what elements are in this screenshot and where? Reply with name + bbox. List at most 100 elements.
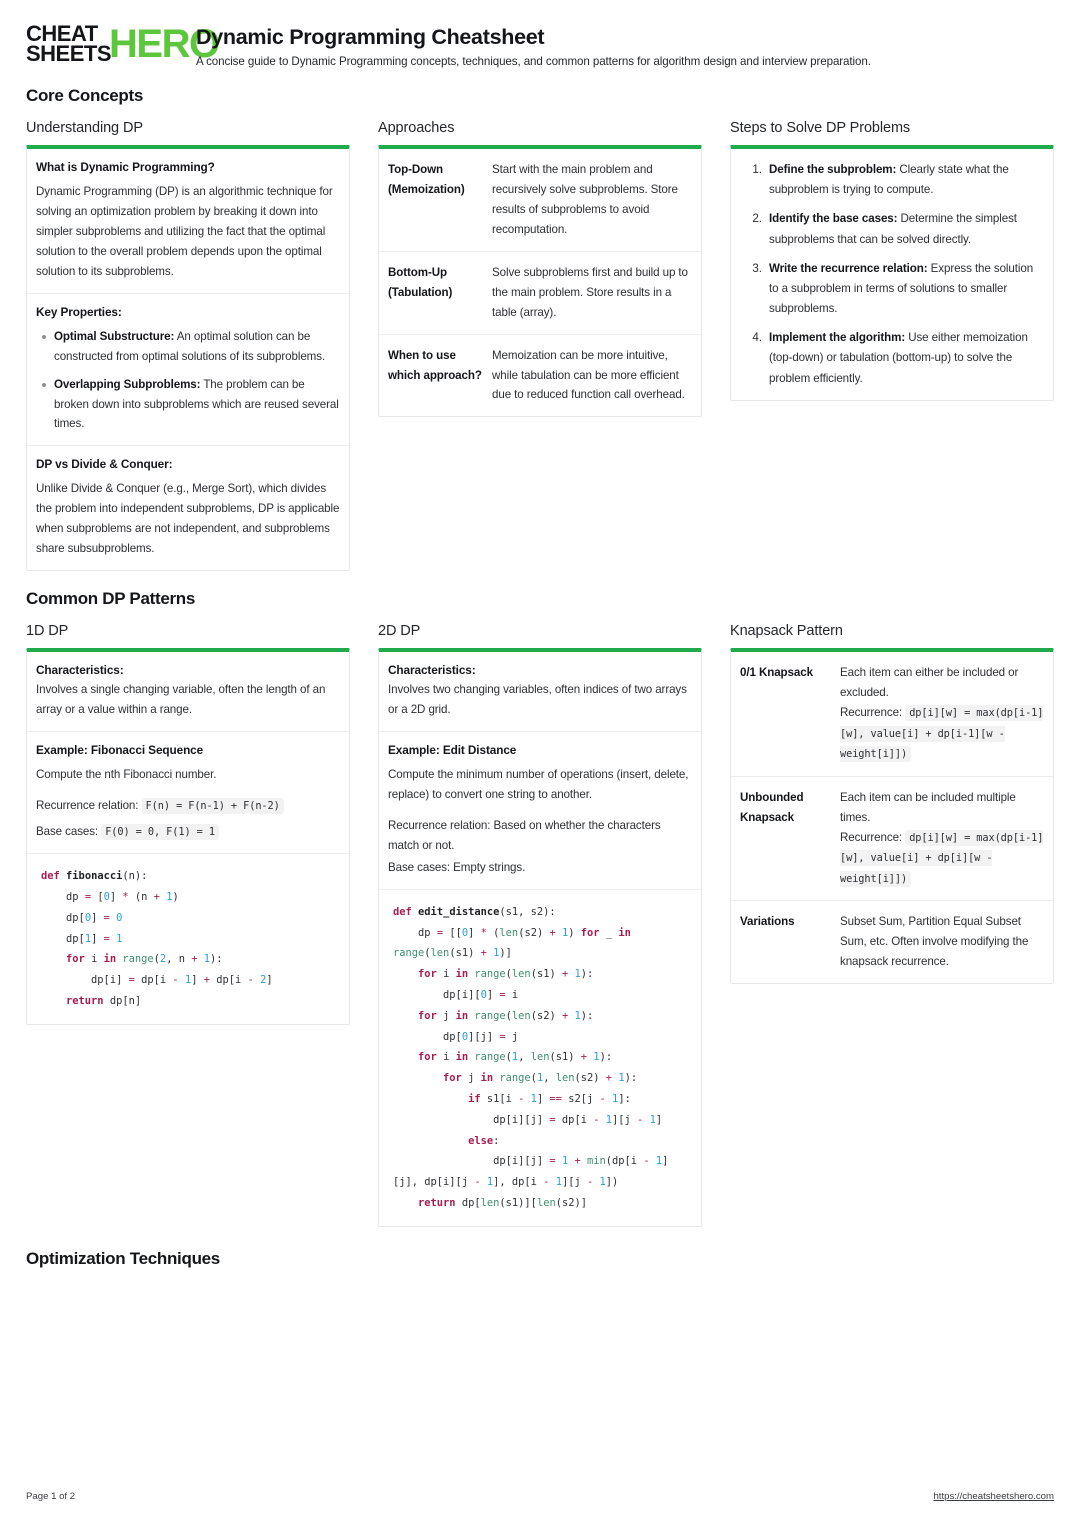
list-item: Write the recurrence relation: Express t… xyxy=(765,259,1044,320)
steps-list: Define the subproblem: Clearly state wha… xyxy=(740,160,1044,389)
cheatsheet-page: CHEAT SHEETS HERO Dynamic Programming Ch… xyxy=(0,0,1080,1526)
card-row-steps: Define the subproblem: Clearly state wha… xyxy=(731,149,1053,400)
card-row-1d-example: Example: Fibonacci Sequence Compute the … xyxy=(27,732,349,855)
section-heading-core-concepts: Core Concepts xyxy=(26,86,144,105)
characteristics-heading: Characteristics: xyxy=(388,663,476,678)
code-block-edit-distance: def edit_distance(s1, s2): dp = [[0] * (… xyxy=(379,889,701,1226)
base-cases-body: Base cases: Empty strings. xyxy=(388,860,526,874)
card-understanding-dp: What is Dynamic Programming? Dynamic Pro… xyxy=(26,145,350,572)
knapsack-term: Variations xyxy=(740,915,795,929)
approach-term: When to use which approach? xyxy=(388,348,482,382)
table-row: Bottom-Up (Tabulation) Solve subproblems… xyxy=(379,252,701,335)
approach-term: Top-Down (Memoization) xyxy=(388,163,465,196)
example-body: Compute the minimum number of operations… xyxy=(388,768,689,801)
key-properties-list: Optimal Substructure: An optimal solutio… xyxy=(36,327,340,435)
card-2d-dp: Characteristics: Involves two changing v… xyxy=(378,648,702,1227)
column-2d-dp: 2D DP Characteristics: Involves two chan… xyxy=(378,623,702,1227)
list-item: Optimal Substructure: An optimal solutio… xyxy=(42,327,340,367)
brand-logo: CHEAT SHEETS HERO xyxy=(26,22,220,67)
approach-term: Bottom-Up (Tabulation) xyxy=(388,265,453,299)
example-heading: Example: Fibonacci Sequence xyxy=(36,743,204,757)
card-1d-dp: Characteristics: Involves a single chang… xyxy=(26,648,350,1025)
card-row-1d-code: def fibonacci(n): dp = [0] * (n + 1) dp[… xyxy=(27,854,349,1024)
core-concepts-grid: Understanding DP What is Dynamic Program… xyxy=(26,120,1054,572)
card-knapsack-pattern: 0/1 Knapsack Each item can either be inc… xyxy=(730,648,1054,985)
table-row: Variations Subset Sum, Partition Equal S… xyxy=(731,901,1053,983)
base-cases-label: Base cases: xyxy=(36,824,99,838)
column-understanding-dp: Understanding DP What is Dynamic Program… xyxy=(26,120,350,572)
what-is-dp-body: Dynamic Programming (DP) is an algorithm… xyxy=(36,185,333,278)
list-item: Overlapping Subproblems: The problem can… xyxy=(42,375,340,435)
approach-desc: Start with the main problem and recursiv… xyxy=(492,163,678,236)
approach-desc: Memoization can be more intuitive, while… xyxy=(492,348,685,402)
knapsack-desc: Each item can either be included or excl… xyxy=(840,663,1044,765)
card-row-dp-vs-divide-conquer: DP vs Divide & Conquer: Unlike Divide & … xyxy=(27,446,349,570)
card-row-1d-characteristics: Characteristics: Involves a single chang… xyxy=(27,652,349,732)
knapsack-recurrence-label: Recurrence: xyxy=(840,706,903,719)
column-knapsack-pattern: Knapsack Pattern 0/1 Knapsack Each item … xyxy=(730,623,1054,985)
card-row-what-is-dp: What is Dynamic Programming? Dynamic Pro… xyxy=(27,149,349,294)
recurrence-code: F(n) = F(n-1) + F(n-2) xyxy=(141,797,284,814)
characteristics-body: Involves two changing variables, often i… xyxy=(388,683,687,717)
table-row: 0/1 Knapsack Each item can either be inc… xyxy=(731,652,1053,777)
knapsack-term: 0/1 Knapsack xyxy=(740,666,813,680)
column-title-approaches: Approaches xyxy=(378,120,455,136)
knapsack-recurrence-label: Recurrence: xyxy=(840,830,903,844)
key-property-term: Optimal Substructure: xyxy=(54,329,175,343)
column-title-knapsack: Knapsack Pattern xyxy=(730,623,843,640)
card-approaches: Top-Down (Memoization) Start with the ma… xyxy=(378,145,702,418)
card-row-2d-example: Example: Edit Distance Compute the minim… xyxy=(379,732,701,890)
card-row-2d-characteristics: Characteristics: Involves two changing v… xyxy=(379,652,701,732)
base-cases-line: Base cases: F(0) = 0, F(1) = 1 xyxy=(36,822,340,843)
column-title-2d-dp: 2D DP xyxy=(378,623,421,640)
step-term: Write the recurrence relation: xyxy=(769,261,928,275)
table-row: When to use which approach? Memoization … xyxy=(379,335,701,417)
table-row: Unbounded Knapsack Each item can be incl… xyxy=(731,777,1053,902)
section-heading-common-dp-patterns: Common DP Patterns xyxy=(26,589,196,609)
list-item: Implement the algorithm: Use either memo… xyxy=(765,328,1044,389)
table-row: Top-Down (Memoization) Start with the ma… xyxy=(379,149,701,252)
key-properties-heading: Key Properties: xyxy=(36,304,122,319)
page-footer: Page 1 of 2 https://cheatsheetshero.com xyxy=(26,1491,1054,1502)
list-item: Identify the base cases: Determine the s… xyxy=(765,209,1044,249)
step-term: Implement the algorithm: xyxy=(769,331,906,345)
brand-logo-cheatsheets: CHEAT SHEETS xyxy=(26,22,112,67)
footer-page-number: Page 1 of 2 xyxy=(26,1491,76,1502)
example-heading: Example: Edit Distance xyxy=(388,743,517,757)
common-dp-patterns-grid: 1D DP Characteristics: Involves a single… xyxy=(26,623,1054,1227)
dp-vs-dc-heading: DP vs Divide & Conquer: xyxy=(36,457,173,472)
knapsack-desc: Subset Sum, Partition Equal Subset Sum, … xyxy=(840,915,1029,969)
base-cases-code: F(0) = 0, F(1) = 1 xyxy=(101,823,219,840)
step-term: Identify the base cases: xyxy=(769,212,898,226)
what-is-dp-heading: What is Dynamic Programming? xyxy=(36,160,215,174)
knapsack-term: Unbounded Knapsack xyxy=(740,790,804,824)
column-title-understanding-dp: Understanding DP xyxy=(26,120,143,136)
column-title-steps: Steps to Solve DP Problems xyxy=(730,120,911,136)
recurrence-body: Recurrence relation: Based on whether th… xyxy=(388,818,661,852)
recurrence-line: Recurrence relation: F(n) = F(n-1) + F(n… xyxy=(36,796,340,817)
column-title-1d-dp: 1D DP xyxy=(26,623,69,640)
page-header: CHEAT SHEETS HERO Dynamic Programming Ch… xyxy=(26,22,1054,68)
brand-logo-line2: SHEETS xyxy=(26,41,112,67)
knapsack-desc: Each item can be included multiple times… xyxy=(840,788,1044,890)
dp-vs-dc-body: Unlike Divide & Conquer (e.g., Merge Sor… xyxy=(36,482,340,556)
code-block-fibonacci: def fibonacci(n): dp = [0] * (n + 1) dp[… xyxy=(27,854,349,1024)
page-title: Dynamic Programming Cheatsheet xyxy=(196,25,545,49)
card-row-2d-code: def edit_distance(s1, s2): dp = [[0] * (… xyxy=(379,889,701,1226)
column-1d-dp: 1D DP Characteristics: Involves a single… xyxy=(26,623,350,1025)
characteristics-heading: Characteristics: xyxy=(36,663,124,678)
approach-desc: Solve subproblems first and build up to … xyxy=(492,265,688,319)
key-property-term: Overlapping Subproblems: xyxy=(54,377,201,391)
header-text: Dynamic Programming Cheatsheet A concise… xyxy=(196,22,871,68)
footer-website-link[interactable]: https://cheatsheetshero.com xyxy=(933,1491,1054,1502)
column-steps-to-solve: Steps to Solve DP Problems Define the su… xyxy=(730,120,1054,401)
page-subtitle: A concise guide to Dynamic Programming c… xyxy=(196,55,871,68)
recurrence-label: Recurrence relation: xyxy=(36,798,139,812)
list-item: Define the subproblem: Clearly state wha… xyxy=(765,160,1044,200)
card-steps-to-solve: Define the subproblem: Clearly state wha… xyxy=(730,145,1054,401)
knapsack-desc-text: Each item can be included multiple times… xyxy=(840,790,1016,824)
example-body: Compute the nth Fibonacci number. xyxy=(36,768,217,781)
section-heading-optimization-techniques: Optimization Techniques xyxy=(26,1248,220,1268)
column-approaches: Approaches Top-Down (Memoization) Start … xyxy=(378,120,702,418)
card-row-key-properties: Key Properties: Optimal Substructure: An… xyxy=(27,294,349,447)
